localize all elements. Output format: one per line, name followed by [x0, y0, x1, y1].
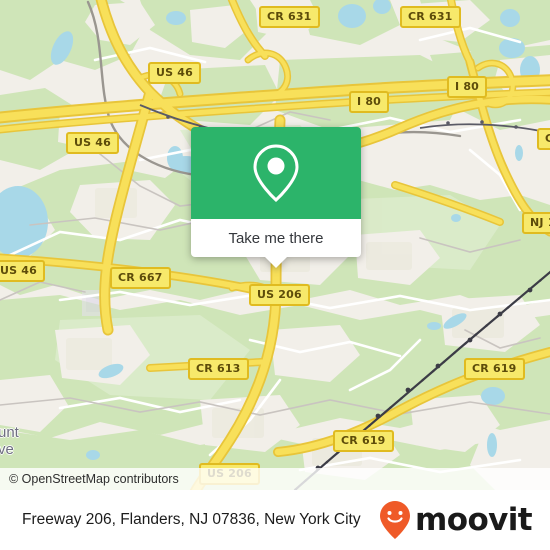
popup-footer[interactable]: Take me there	[191, 219, 361, 257]
road-shield-nj-partial-right[interactable]: NJ 1	[522, 212, 550, 234]
popup-header	[191, 127, 361, 219]
road-shield-us46-left-edge[interactable]: US 46	[0, 260, 45, 282]
map-attribution-bar: © OpenStreetMap contributors	[0, 468, 550, 490]
map-pin-icon	[253, 144, 299, 203]
popup-pointer-tail	[265, 257, 287, 268]
road-shield-us206-mid[interactable]: US 206	[249, 284, 310, 306]
road-shield-cr619-right[interactable]: CR 619	[464, 358, 525, 380]
osm-attribution-text[interactable]: © OpenStreetMap contributors	[9, 472, 179, 486]
footer-bar: Freeway 206, Flanders, NJ 07836, New Yor…	[0, 490, 550, 550]
moovit-smiley-pin-icon	[380, 501, 411, 539]
take-me-there-label: Take me there	[228, 229, 324, 247]
road-shield-cr631-right[interactable]: CR 631	[400, 6, 461, 28]
moovit-brand[interactable]: moovit	[378, 500, 533, 540]
road-shield-i80-left[interactable]: I 80	[349, 91, 390, 113]
moovit-map-screenshot: CR 631 CR 631 US 46 I 80 I 80 US 46 CR N…	[0, 0, 550, 550]
place-label-mount-olive-line2: ve	[0, 441, 14, 458]
place-label-mount-olive-line1: unt	[0, 424, 19, 441]
destination-popup-card[interactable]: Take me there	[191, 127, 361, 268]
road-shield-i80-right[interactable]: I 80	[447, 76, 488, 98]
road-shield-us46-top[interactable]: US 46	[148, 62, 201, 84]
road-shield-cr619-mid[interactable]: CR 619	[333, 430, 394, 452]
location-title: Freeway 206, Flanders, NJ 07836, New Yor…	[22, 511, 361, 528]
map-canvas[interactable]: CR 631 CR 631 US 46 I 80 I 80 US 46 CR N…	[0, 0, 550, 490]
moovit-wordmark: moovit	[415, 501, 533, 538]
road-shield-cr613[interactable]: CR 613	[188, 358, 249, 380]
road-shield-us46-mid[interactable]: US 46	[66, 132, 119, 154]
road-shield-cr667[interactable]: CR 667	[110, 267, 171, 289]
road-shield-cr-partial-right[interactable]: CR	[537, 128, 550, 150]
road-shield-cr631-left[interactable]: CR 631	[259, 6, 320, 28]
